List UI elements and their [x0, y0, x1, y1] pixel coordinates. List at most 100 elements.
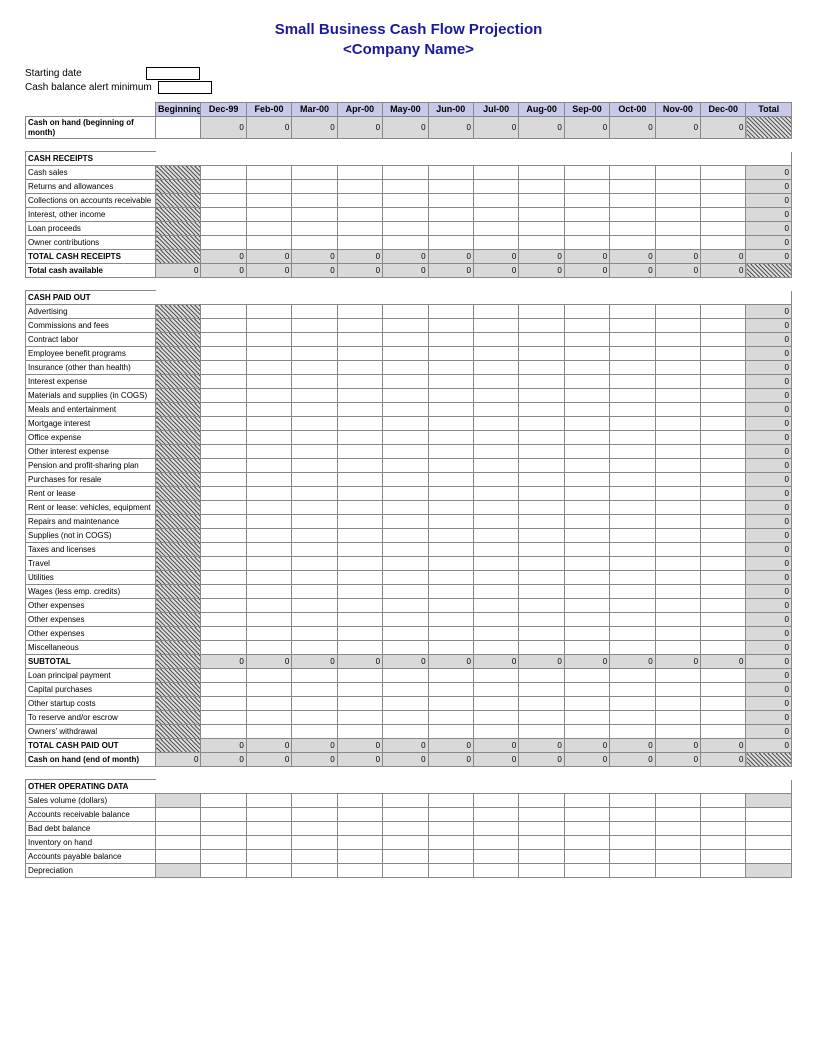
cell[interactable]	[292, 627, 337, 641]
cell[interactable]	[564, 822, 609, 836]
cell[interactable]	[473, 864, 518, 878]
cell[interactable]	[655, 515, 700, 529]
cell[interactable]	[246, 529, 291, 543]
cell[interactable]	[246, 305, 291, 319]
cell[interactable]	[383, 697, 428, 711]
cell[interactable]	[701, 236, 746, 250]
cell[interactable]	[701, 222, 746, 236]
cell[interactable]	[701, 473, 746, 487]
cell[interactable]	[610, 333, 655, 347]
cell[interactable]	[428, 389, 473, 403]
cell[interactable]	[564, 683, 609, 697]
cell[interactable]	[337, 166, 382, 180]
cell[interactable]	[246, 501, 291, 515]
cell[interactable]	[519, 347, 564, 361]
cell[interactable]	[701, 543, 746, 557]
cell[interactable]	[201, 403, 246, 417]
cell[interactable]	[473, 389, 518, 403]
cell[interactable]	[383, 361, 428, 375]
cell[interactable]	[292, 641, 337, 655]
cell[interactable]	[519, 403, 564, 417]
cell[interactable]	[564, 585, 609, 599]
cell[interactable]	[701, 501, 746, 515]
cell[interactable]	[701, 403, 746, 417]
cell[interactable]	[246, 417, 291, 431]
cell[interactable]	[564, 613, 609, 627]
cell[interactable]	[655, 711, 700, 725]
cell[interactable]	[564, 375, 609, 389]
cell[interactable]	[383, 487, 428, 501]
cell[interactable]	[292, 305, 337, 319]
cell[interactable]	[519, 180, 564, 194]
cell[interactable]	[292, 836, 337, 850]
cell[interactable]	[428, 711, 473, 725]
cell[interactable]	[201, 725, 246, 739]
cell[interactable]	[564, 543, 609, 557]
cell[interactable]	[564, 445, 609, 459]
cell[interactable]	[610, 347, 655, 361]
cell[interactable]	[383, 515, 428, 529]
cell[interactable]	[337, 319, 382, 333]
cell[interactable]	[701, 208, 746, 222]
cell[interactable]	[564, 557, 609, 571]
cell[interactable]	[655, 627, 700, 641]
cell[interactable]	[201, 711, 246, 725]
cell[interactable]	[383, 557, 428, 571]
cell[interactable]	[292, 417, 337, 431]
cell[interactable]	[564, 599, 609, 613]
cell[interactable]	[428, 864, 473, 878]
cell[interactable]	[473, 529, 518, 543]
cell[interactable]	[201, 627, 246, 641]
cell[interactable]	[473, 808, 518, 822]
cell[interactable]	[246, 515, 291, 529]
cell[interactable]	[655, 641, 700, 655]
cell[interactable]	[383, 669, 428, 683]
cell[interactable]	[292, 459, 337, 473]
cell[interactable]	[519, 641, 564, 655]
cell[interactable]	[337, 473, 382, 487]
cell[interactable]	[519, 501, 564, 515]
cell[interactable]	[473, 711, 518, 725]
cell[interactable]	[337, 613, 382, 627]
cell[interactable]	[383, 166, 428, 180]
cell[interactable]	[655, 683, 700, 697]
cell[interactable]	[610, 222, 655, 236]
cell[interactable]	[564, 808, 609, 822]
cell[interactable]	[201, 543, 246, 557]
cell[interactable]	[383, 711, 428, 725]
cell[interactable]	[246, 808, 291, 822]
cell[interactable]	[292, 515, 337, 529]
cell[interactable]	[337, 864, 382, 878]
cell[interactable]	[610, 697, 655, 711]
cell[interactable]	[564, 850, 609, 864]
cell[interactable]	[337, 208, 382, 222]
cell[interactable]	[610, 180, 655, 194]
cell[interactable]	[383, 389, 428, 403]
cell[interactable]	[428, 613, 473, 627]
cell[interactable]	[473, 501, 518, 515]
cell[interactable]	[519, 194, 564, 208]
cell[interactable]	[292, 375, 337, 389]
cell[interactable]	[383, 473, 428, 487]
cell[interactable]	[655, 669, 700, 683]
cell[interactable]	[201, 850, 246, 864]
cell[interactable]	[292, 808, 337, 822]
cell[interactable]	[519, 459, 564, 473]
cell[interactable]	[201, 808, 246, 822]
cell[interactable]	[701, 794, 746, 808]
cell[interactable]	[473, 850, 518, 864]
cell[interactable]	[655, 501, 700, 515]
cell[interactable]	[428, 333, 473, 347]
cell[interactable]	[156, 808, 201, 822]
cell[interactable]	[246, 850, 291, 864]
cell[interactable]	[655, 166, 700, 180]
cell[interactable]	[610, 501, 655, 515]
cell[interactable]	[519, 627, 564, 641]
cell[interactable]	[519, 417, 564, 431]
cell[interactable]	[428, 236, 473, 250]
cell[interactable]	[337, 487, 382, 501]
cell[interactable]	[473, 794, 518, 808]
cell[interactable]	[519, 222, 564, 236]
cell[interactable]	[701, 375, 746, 389]
cell[interactable]	[701, 850, 746, 864]
